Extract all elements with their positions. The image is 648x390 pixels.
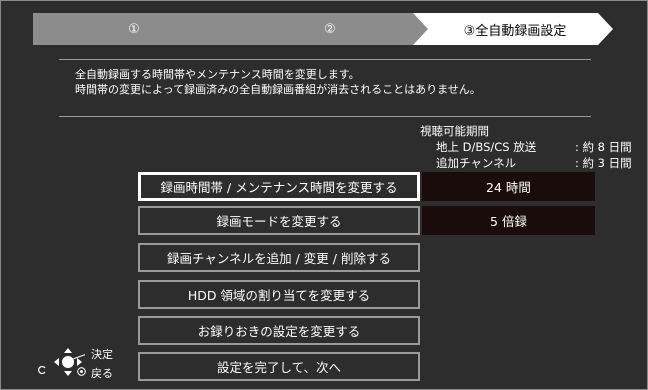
recording-mode-value-text: 5 倍録: [490, 214, 527, 229]
terrestrial-label: 地上 D/BS/CS 放送: [436, 140, 537, 154]
menu-recording-mode-button[interactable]: 録画モードを変更する: [138, 206, 420, 235]
menu-channel-button[interactable]: 録画チャンネルを追加 / 変更 / 削除する: [138, 243, 420, 272]
recording-time-value-text: 24 時間: [486, 180, 531, 195]
menu-channel-label: 録画チャンネルを追加 / 変更 / 削除する: [167, 251, 391, 266]
step-3-label: ③全自動録画設定: [463, 23, 567, 39]
viewing-period-title: 視聴可能期間: [420, 124, 489, 138]
terrestrial-value: : 約 8 日間: [575, 140, 632, 154]
menu-recording-time-button[interactable]: 録画時間帯 / メンテナンス時間を変更する: [138, 172, 420, 201]
menu-hdd-label: HDD 領域の割り当てを変更する: [187, 288, 371, 303]
menu-finish-button[interactable]: 設定を完了して、次へ: [138, 352, 420, 381]
description-line-2: 時間帯の変更によって録画済みの全自動録画番組が消去されることはありません。: [75, 83, 481, 96]
description-line-1: 全自動録画する時間帯やメンテナンス時間を変更します。: [75, 68, 360, 81]
decide-label: 決定: [91, 348, 113, 361]
viewing-period-info: 視聴可能期間 地上 D/BS/CS 放送 : 約 8 日間 追加チャンネル : 約 …: [420, 123, 632, 171]
divider-bottom: [59, 116, 591, 117]
step-1-label: ①: [128, 21, 140, 37]
menu-finish-label: 設定を完了して、次へ: [216, 360, 341, 375]
navigation-hint: 決定 戻る: [38, 343, 121, 383]
menu-hdd-button[interactable]: HDD 領域の割り当てを変更する: [138, 280, 420, 309]
auto-record-settings-screen: ① ② ③全自動録画設定 全自動録画する時間帯やメンテナンス時間を変更します。 …: [0, 0, 648, 390]
menu-keep-button[interactable]: お録りおきの設定を変更する: [138, 316, 420, 345]
added-channel-value: : 約 3 日間: [575, 156, 632, 170]
back-label: 戻る: [91, 367, 113, 380]
description: 全自動録画する時間帯やメンテナンス時間を変更します。 時間帯の変更によって録画済…: [75, 67, 481, 97]
return-icon: [38, 365, 46, 375]
step-indicator: ① ② ③全自動録画設定: [33, 13, 613, 45]
menu-recording-time-label: 録画時間帯 / メンテナンス時間を変更する: [160, 180, 398, 195]
divider-top: [59, 59, 591, 60]
menu-recording-mode-label: 録画モードを変更する: [216, 214, 342, 229]
step-3-active: ③全自動録画設定: [413, 13, 613, 45]
menu-keep-label: お録りおきの設定を変更する: [197, 324, 361, 339]
recording-mode-value: 5 倍録: [422, 206, 595, 235]
step-2-label: ②: [324, 21, 336, 37]
step-1: ①: [33, 13, 243, 45]
step-2: ②: [223, 13, 433, 45]
recording-time-value: 24 時間: [422, 172, 595, 201]
back-icon: [77, 367, 86, 376]
added-channel-label: 追加チャンネル: [436, 156, 517, 170]
